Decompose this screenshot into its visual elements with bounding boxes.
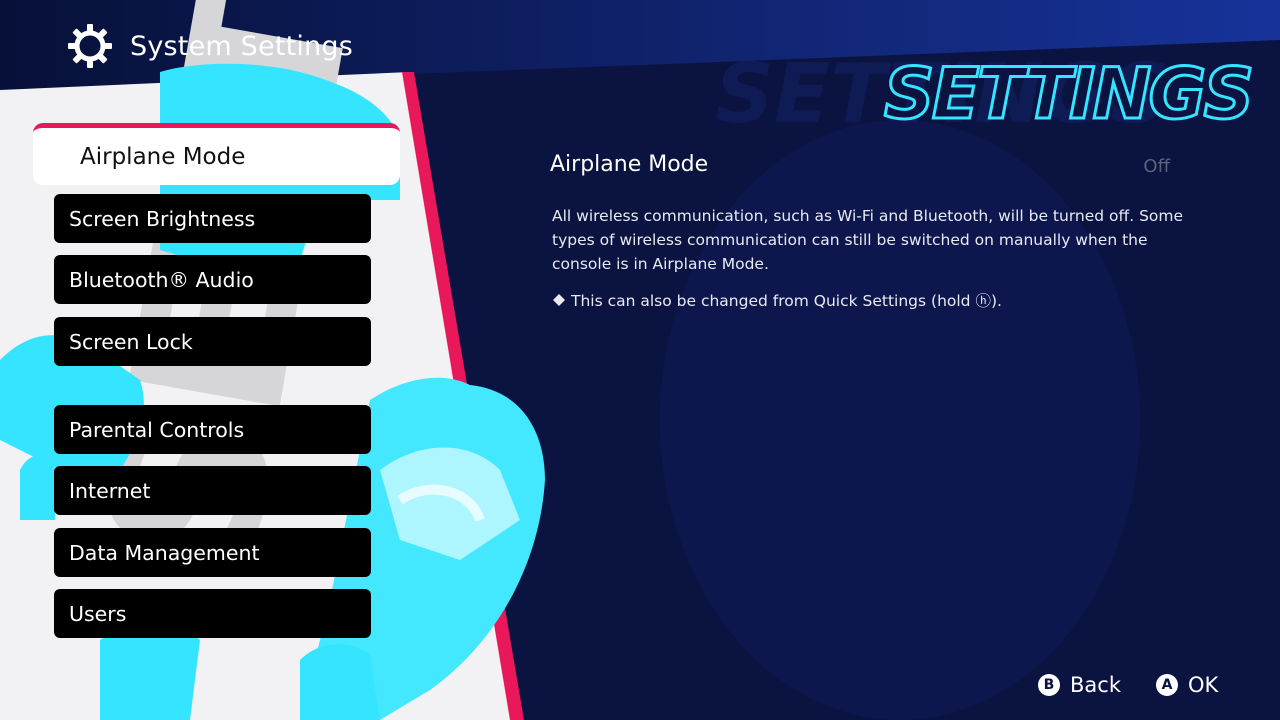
diamond-icon bbox=[553, 294, 565, 306]
menu-item-bluetooth-audio[interactable]: Bluetooth® Audio bbox=[54, 255, 371, 304]
detail-note-text: This can also be changed from Quick Sett… bbox=[571, 292, 1002, 310]
detail-description: All wireless communication, such as Wi-F… bbox=[552, 207, 1184, 273]
back-label: Back bbox=[1070, 673, 1121, 697]
menu-item-screen-brightness[interactable]: Screen Brightness bbox=[54, 194, 371, 243]
menu-item-data-management[interactable]: Data Management bbox=[54, 528, 371, 577]
a-button-icon: A bbox=[1156, 674, 1178, 696]
settings-logo-text: SETTINGS bbox=[884, 54, 1254, 134]
ok-button[interactable]: A OK bbox=[1156, 670, 1218, 700]
menu-item-users[interactable]: Users bbox=[54, 589, 371, 638]
menu-item-parental-controls[interactable]: Parental Controls bbox=[54, 405, 371, 454]
menu-item-internet[interactable]: Internet bbox=[54, 466, 371, 515]
header: System Settings bbox=[66, 22, 353, 70]
back-button[interactable]: B Back bbox=[1038, 670, 1121, 700]
detail-title: Airplane Mode bbox=[550, 152, 709, 177]
ok-label: OK bbox=[1188, 673, 1219, 697]
menu-item-screen-lock[interactable]: Screen Lock bbox=[54, 317, 371, 366]
gear-icon bbox=[68, 24, 112, 68]
b-button-icon: B bbox=[1038, 674, 1060, 696]
airplane-mode-status: Off bbox=[1143, 156, 1170, 177]
page-title: System Settings bbox=[130, 30, 354, 62]
settings-logo: SETTINGS bbox=[883, 54, 1256, 134]
detail-note: This can also be changed from Quick Sett… bbox=[553, 289, 1002, 311]
menu-item-airplane-mode[interactable]: Airplane Mode bbox=[33, 123, 400, 185]
